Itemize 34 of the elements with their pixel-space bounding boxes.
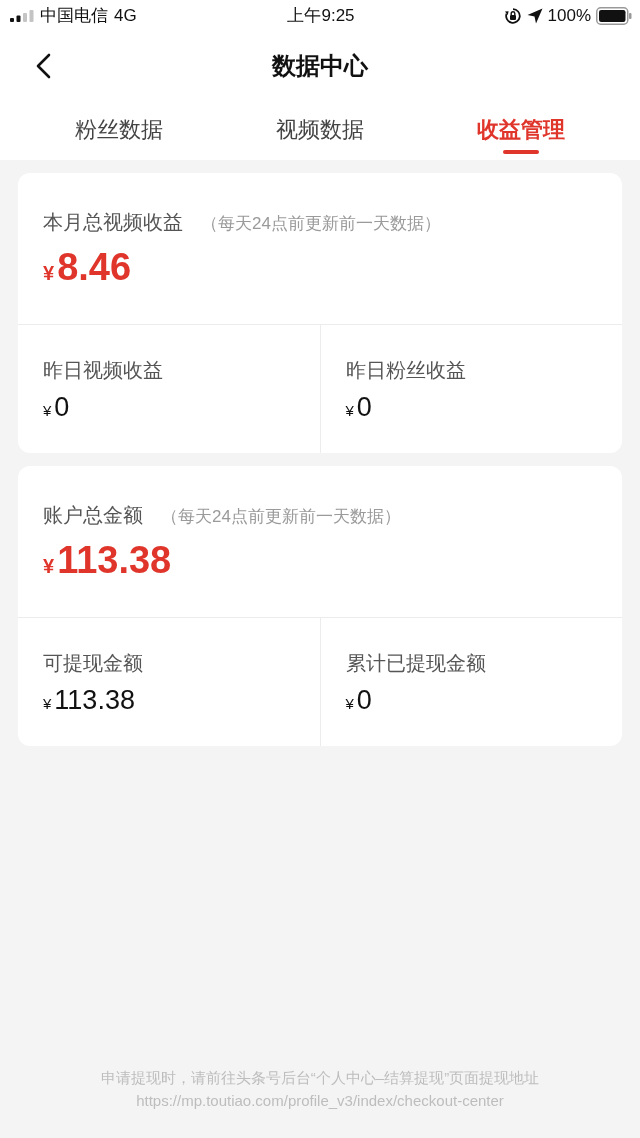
currency-sign: ¥: [43, 554, 55, 579]
orientation-lock-icon: [503, 7, 522, 25]
tab[interactable]: 粉丝数据: [72, 100, 165, 160]
page-title: 数据中心: [272, 51, 368, 81]
location-arrow-icon: [526, 8, 543, 24]
item-label: 可提现金额: [43, 651, 144, 676]
back-icon: [34, 53, 52, 79]
currency-sign: ¥: [43, 401, 52, 421]
status-time: 上午9:25: [287, 5, 355, 28]
carrier-name: 中国电信: [40, 5, 108, 28]
battery-percent: 100%: [547, 5, 591, 28]
item-amount: 0: [54, 391, 70, 424]
item-label: 昨日粉丝收益: [345, 358, 467, 383]
currency-sign: ¥: [345, 694, 354, 714]
summary-amount: 113.38: [57, 538, 172, 583]
battery-icon: [596, 7, 632, 25]
signal-icon: [10, 10, 34, 22]
summary-amount: 8.46: [57, 245, 132, 290]
summary-label: 本月总视频收益: [43, 210, 183, 235]
currency-sign: ¥: [43, 694, 52, 714]
item-amount: 0: [356, 684, 372, 717]
update-note: （每天24点前更新前一天数据）: [201, 213, 441, 235]
item-amount: 113.38: [54, 684, 135, 717]
tab[interactable]: 收益管理: [475, 100, 568, 160]
tab[interactable]: 视频数据: [274, 100, 366, 160]
summary-label: 账户总金额: [43, 503, 143, 528]
currency-sign: ¥: [345, 401, 354, 421]
item-label: 累计已提现金额: [345, 651, 487, 676]
item-label: 昨日视频收益: [43, 358, 164, 383]
network-type: 4G: [114, 5, 137, 28]
update-note: （每天24点前更新前一天数据）: [161, 506, 401, 528]
back-button[interactable]: [34, 53, 52, 79]
item-amount: 0: [356, 391, 372, 424]
currency-sign: ¥: [43, 261, 55, 286]
